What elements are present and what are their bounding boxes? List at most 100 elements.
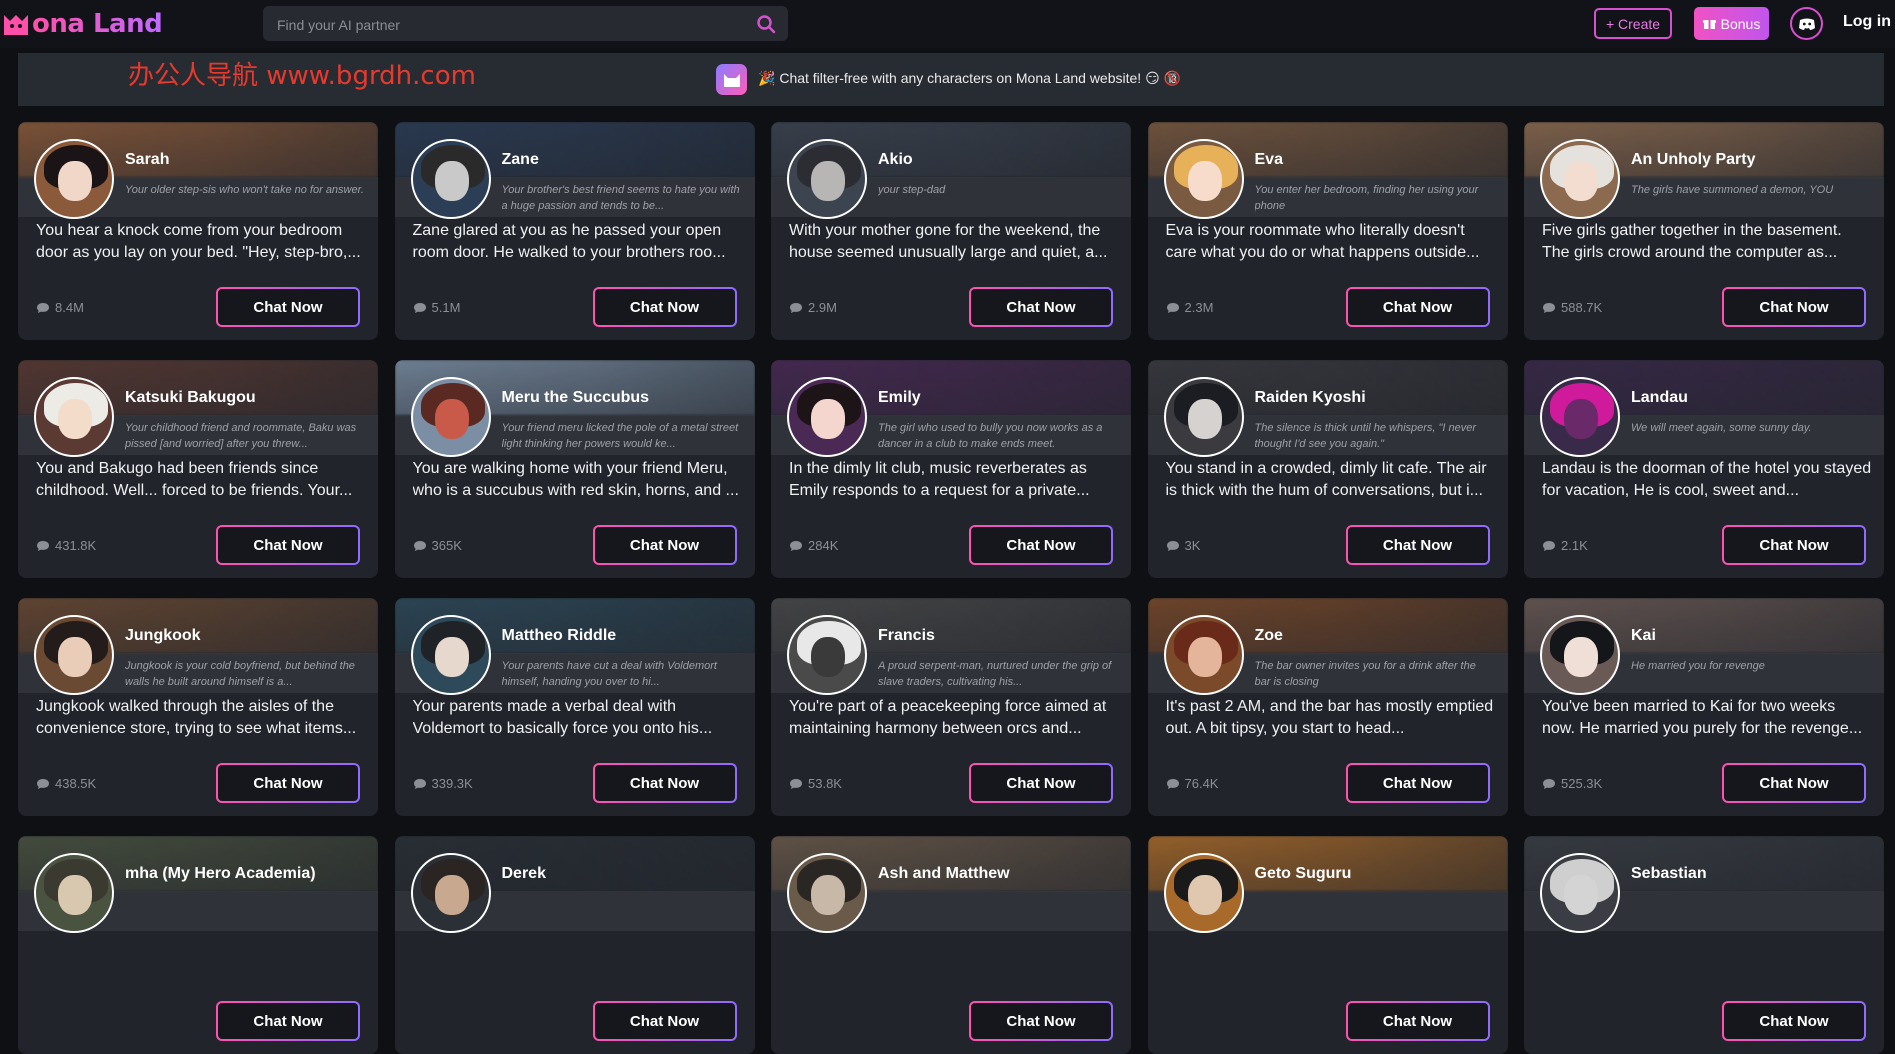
character-avatar[interactable]: [410, 615, 491, 695]
character-card[interactable]: Katsuki Bakugou Your childhood friend an…: [18, 360, 378, 578]
character-card[interactable]: Eva You enter her bedroom, finding her u…: [1147, 122, 1508, 340]
chat-count: 2.3M: [1166, 300, 1213, 315]
character-avatar[interactable]: [34, 853, 114, 933]
character-card[interactable]: Emily The girl who used to bully you now…: [771, 360, 1131, 578]
chat-count: 2.1K: [1542, 538, 1588, 553]
chat-now-button[interactable]: Chat Now: [216, 1001, 360, 1041]
character-avatar[interactable]: [410, 377, 491, 457]
character-name[interactable]: Eva: [1255, 151, 1283, 169]
chat-now-button[interactable]: Chat Now: [1722, 763, 1866, 803]
character-name[interactable]: Akio: [878, 151, 913, 169]
character-card[interactable]: Landau We will meet again, some sunny da…: [1524, 360, 1884, 578]
character-card[interactable]: Meru the Succubus Your friend meru licke…: [394, 360, 755, 578]
character-card[interactable]: An Unholy Party The girls have summoned …: [1524, 122, 1884, 340]
character-avatar[interactable]: [1540, 377, 1620, 457]
character-card[interactable]: Sebastian Chat Now: [1524, 836, 1884, 1054]
character-card[interactable]: Akio your step-dad With your mother gone…: [771, 122, 1131, 340]
character-card[interactable]: Zane Your brother's best friend seems to…: [394, 122, 755, 340]
character-avatar[interactable]: [34, 139, 114, 219]
character-name[interactable]: Raiden Kyoshi: [1255, 389, 1366, 407]
character-avatar[interactable]: [1540, 853, 1620, 933]
search-input[interactable]: [275, 6, 749, 43]
search-bar[interactable]: [263, 6, 788, 43]
chat-now-button[interactable]: Chat Now: [592, 1001, 737, 1041]
character-card[interactable]: Geto Suguru Chat Now: [1147, 836, 1508, 1054]
chat-count-value: 284K: [808, 538, 839, 553]
character-tagline: your step-dad: [878, 184, 946, 196]
chat-now-button[interactable]: Chat Now: [1345, 763, 1490, 803]
chat-now-button[interactable]: Chat Now: [1722, 525, 1866, 565]
chat-now-button[interactable]: Chat Now: [969, 525, 1113, 565]
character-avatar[interactable]: [787, 853, 867, 933]
character-card[interactable]: mha (My Hero Academia) Chat Now: [18, 836, 378, 1054]
chat-now-label: Chat Now: [1347, 1003, 1488, 1039]
character-name[interactable]: Katsuki Bakugou: [125, 389, 256, 407]
character-avatar[interactable]: [1163, 139, 1244, 219]
character-avatar[interactable]: [787, 139, 867, 219]
character-greeting: [789, 934, 1119, 978]
character-name[interactable]: Kai: [1631, 627, 1656, 645]
chat-now-button[interactable]: Chat Now: [969, 287, 1113, 327]
character-card[interactable]: Sarah Your older step-sis who won't take…: [18, 122, 378, 340]
character-name[interactable]: mha (My Hero Academia): [125, 865, 316, 883]
character-name[interactable]: Zane: [502, 151, 539, 169]
character-name[interactable]: Jungkook: [125, 627, 201, 645]
character-avatar[interactable]: [410, 139, 491, 219]
character-name[interactable]: Mattheo Riddle: [502, 627, 617, 645]
character-tagline: Jungkook is your cold boyfriend, but beh…: [125, 660, 355, 688]
character-avatar[interactable]: [1163, 377, 1244, 457]
login-link[interactable]: Log in: [1843, 13, 1891, 31]
watermark-text: 办公人导航 www.bgrdh.com: [128, 61, 476, 91]
character-card[interactable]: Zoe The bar owner invites you for a drin…: [1147, 598, 1508, 816]
character-card[interactable]: Kai He married you for revenge You've be…: [1524, 598, 1884, 816]
chat-now-button[interactable]: Chat Now: [969, 763, 1113, 803]
character-name[interactable]: Sebastian: [1631, 865, 1707, 883]
character-name[interactable]: Meru the Succubus: [502, 389, 650, 407]
bonus-button[interactable]: Bonus: [1694, 7, 1769, 40]
chat-count-value: 438.5K: [55, 776, 97, 791]
discord-button[interactable]: [1790, 7, 1823, 40]
character-greeting: Your parents made a verbal deal with Vol…: [412, 698, 713, 737]
chat-now-button[interactable]: Chat Now: [592, 525, 737, 565]
chat-now-button[interactable]: Chat Now: [592, 287, 737, 327]
chat-now-button[interactable]: Chat Now: [216, 287, 360, 327]
character-avatar[interactable]: [787, 615, 867, 695]
chat-now-button[interactable]: Chat Now: [1722, 287, 1866, 327]
chat-now-button[interactable]: Chat Now: [1345, 525, 1490, 565]
character-avatar[interactable]: [1540, 139, 1620, 219]
chat-now-button[interactable]: Chat Now: [1345, 1001, 1490, 1041]
character-card[interactable]: Francis A proud serpent-man, nurtured un…: [771, 598, 1131, 816]
character-name[interactable]: Landau: [1631, 389, 1688, 407]
character-name[interactable]: Zoe: [1255, 627, 1283, 645]
character-name[interactable]: Francis: [878, 627, 935, 645]
character-avatar[interactable]: [787, 377, 867, 457]
character-card[interactable]: Jungkook Jungkook is your cold boyfriend…: [18, 598, 378, 816]
character-avatar[interactable]: [1163, 853, 1244, 933]
search-icon[interactable]: [756, 14, 776, 34]
character-avatar[interactable]: [410, 853, 491, 933]
character-card[interactable]: Raiden Kyoshi The silence is thick until…: [1147, 360, 1508, 578]
chat-now-button[interactable]: Chat Now: [216, 525, 360, 565]
chat-now-button[interactable]: Chat Now: [1722, 1001, 1866, 1041]
character-name[interactable]: Emily: [878, 389, 921, 407]
mona-land-logo[interactable]: ona Land: [2, 8, 163, 40]
character-name[interactable]: Ash and Matthew: [878, 865, 1010, 883]
character-avatar[interactable]: [1540, 615, 1620, 695]
character-name[interactable]: An Unholy Party: [1631, 151, 1755, 169]
character-card[interactable]: Derek Chat Now: [394, 836, 755, 1054]
character-name[interactable]: Sarah: [125, 151, 169, 169]
chat-now-button[interactable]: Chat Now: [216, 763, 360, 803]
chat-now-label: Chat Now: [1347, 527, 1488, 563]
chat-now-button[interactable]: Chat Now: [1345, 287, 1490, 327]
character-card[interactable]: Mattheo Riddle Your parents have cut a d…: [394, 598, 755, 816]
character-card[interactable]: Ash and Matthew Chat Now: [771, 836, 1131, 1054]
chat-now-button[interactable]: Chat Now: [969, 1001, 1113, 1041]
character-avatar[interactable]: [1163, 615, 1244, 695]
character-name[interactable]: Geto Suguru: [1255, 865, 1352, 883]
chat-now-button[interactable]: Chat Now: [592, 763, 737, 803]
create-button[interactable]: + Create: [1594, 8, 1672, 39]
character-name[interactable]: Derek: [502, 865, 546, 883]
character-avatar[interactable]: [34, 377, 114, 457]
chat-count: 284K: [789, 538, 838, 553]
character-avatar[interactable]: [34, 615, 114, 695]
